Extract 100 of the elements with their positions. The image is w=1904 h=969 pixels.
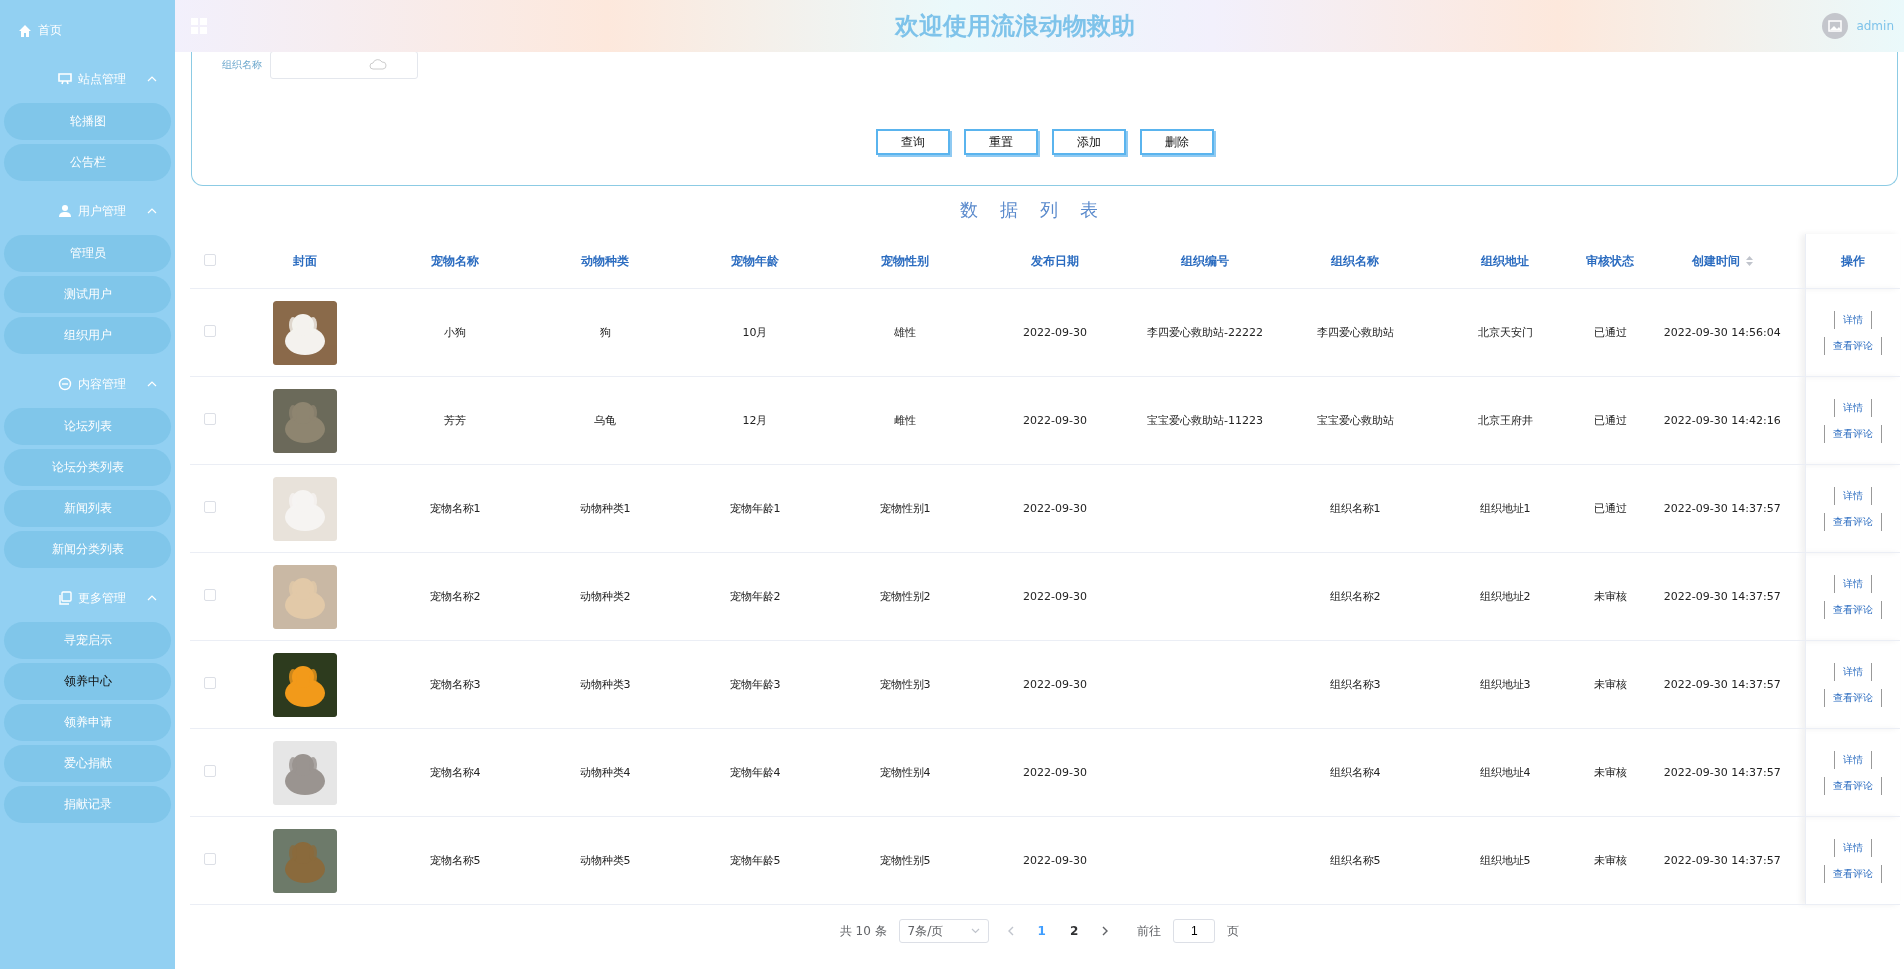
- table-cell: 组织名称2: [1329, 590, 1381, 603]
- column-header: 发布日期: [1031, 253, 1079, 268]
- total-count: 共 10 条: [839, 922, 887, 940]
- table-cell: 宠物性别2: [879, 590, 931, 603]
- chevron-right-icon: [1102, 925, 1110, 936]
- checkbox[interactable]: [204, 589, 216, 601]
- column-header: 宠物性别: [881, 253, 929, 268]
- table-cell: 宠物名称5: [429, 854, 481, 867]
- table-cell: 宠物年龄3: [729, 678, 781, 691]
- toolbar-button[interactable]: 重置: [963, 129, 1038, 155]
- search-field[interactable]: [270, 51, 418, 79]
- table-cell: 宝宝爱心救助站-11223: [1147, 414, 1263, 427]
- table-cell: 组织地址4: [1479, 766, 1531, 779]
- table-cell: 北京天安门: [1477, 326, 1533, 339]
- table-cell: 组织名称3: [1329, 678, 1381, 691]
- avatar-icon: [1822, 13, 1849, 39]
- checkbox[interactable]: [204, 501, 216, 513]
- table-cell: 宠物性别4: [879, 766, 931, 779]
- action-button[interactable]: 查看评论: [1823, 336, 1882, 355]
- sort-icon: [1745, 256, 1753, 266]
- table-cell: 10月: [742, 326, 768, 339]
- page-size-select[interactable]: 7条/页: [898, 919, 989, 943]
- table-cell: 2022-09-30 14:42:16: [1663, 414, 1781, 427]
- column-header: 动物种类: [581, 253, 629, 268]
- checkbox[interactable]: [204, 325, 216, 337]
- chevron-left-icon: [1006, 925, 1014, 936]
- column-header: 操作: [1840, 253, 1865, 268]
- table-cell: 已通过: [1593, 502, 1627, 515]
- action-button[interactable]: 查看评论: [1823, 424, 1882, 443]
- page-title: 欢迎使用流浪动物救助: [893, 11, 1136, 42]
- table-cell: 组织地址5: [1479, 854, 1531, 867]
- table-cell: 宠物性别1: [879, 502, 931, 515]
- table-cell: 2022-09-30: [1023, 854, 1087, 867]
- toolbar-button[interactable]: 查询: [875, 129, 950, 155]
- page-number[interactable]: 2: [1063, 924, 1085, 938]
- column-header: 封面: [293, 253, 317, 268]
- action-button[interactable]: 详情: [1833, 574, 1872, 593]
- action-button[interactable]: 查看评论: [1823, 688, 1882, 707]
- table-cell: 已通过: [1593, 414, 1627, 427]
- table-cell: 2022-09-30 14:37:57: [1663, 678, 1781, 691]
- table-cell: 乌龟: [594, 414, 616, 427]
- table-cell: 未审核: [1593, 678, 1627, 691]
- menu-item[interactable]: 领养中心: [4, 663, 171, 700]
- table-cell: 2022-09-30 14:37:57: [1663, 854, 1781, 867]
- copy-icon: [58, 591, 72, 605]
- table-cell: 动物种类3: [579, 678, 631, 691]
- table-cell: 宠物名称3: [429, 678, 481, 691]
- checkbox[interactable]: [204, 253, 216, 266]
- toolbar-button[interactable]: 添加: [1051, 129, 1126, 155]
- column-header: 宠物名称: [431, 253, 479, 268]
- action-button[interactable]: 详情: [1833, 310, 1872, 329]
- table-cell: 宠物名称1: [429, 502, 481, 515]
- table-cell: 12月: [742, 414, 768, 427]
- table-cell: 宠物名称2: [429, 590, 481, 603]
- table-cell: 组织地址3: [1479, 678, 1531, 691]
- table-cell: 动物种类5: [579, 854, 631, 867]
- checkbox[interactable]: [204, 853, 216, 865]
- table-cell: 宝宝爱心救助站: [1316, 414, 1394, 427]
- table-cell: 2022-09-30 14:37:57: [1663, 766, 1781, 779]
- table-cell: 宠物年龄2: [729, 590, 781, 603]
- checkbox[interactable]: [204, 677, 216, 689]
- table-cell: 已通过: [1593, 326, 1627, 339]
- table-cell: 芳芳: [444, 414, 466, 427]
- table-cell: 宠物年龄4: [729, 766, 781, 779]
- action-button[interactable]: 查看评论: [1823, 776, 1882, 795]
- table-cell: 动物种类4: [579, 766, 631, 779]
- checkbox[interactable]: [204, 413, 216, 425]
- monitor-icon: [58, 72, 72, 86]
- action-button[interactable]: 查看评论: [1823, 864, 1882, 883]
- table-cell: 宠物年龄1: [729, 502, 781, 515]
- table-cell: 雄性: [894, 326, 916, 339]
- page-jump-field[interactable]: 1: [1173, 919, 1216, 943]
- goto-label: 前往: [1137, 922, 1162, 940]
- checkbox[interactable]: [204, 765, 216, 777]
- action-button[interactable]: 详情: [1833, 750, 1872, 769]
- toolbar-button[interactable]: 删除: [1139, 129, 1214, 155]
- column-header: 审核状态: [1586, 253, 1634, 268]
- column-header: 组织名称: [1331, 253, 1379, 268]
- chevron-down-icon: [970, 928, 980, 934]
- table-cell: 宠物性别5: [879, 854, 931, 867]
- table-cell: 未审核: [1593, 854, 1627, 867]
- table-cell: 2022-09-30: [1023, 326, 1087, 339]
- action-button[interactable]: 查看评论: [1823, 512, 1882, 531]
- action-button[interactable]: 详情: [1833, 486, 1872, 505]
- table-cell: 动物种类2: [579, 590, 631, 603]
- table-cell: 组织地址1: [1479, 502, 1531, 515]
- table-cell: 2022-09-30: [1023, 414, 1087, 427]
- table-cell: 宠物性别3: [879, 678, 931, 691]
- table-cell: 北京王府井: [1477, 414, 1533, 427]
- action-button[interactable]: 详情: [1833, 398, 1872, 417]
- list-title: 数据列表: [958, 198, 1121, 222]
- action-button[interactable]: 详情: [1833, 838, 1872, 857]
- action-button[interactable]: 详情: [1833, 662, 1872, 681]
- action-button[interactable]: 查看评论: [1823, 600, 1882, 619]
- field-label: 组织名称: [222, 58, 262, 72]
- page-suffix: 页: [1227, 922, 1240, 940]
- table-cell: 2022-09-30: [1023, 590, 1087, 603]
- table-cell: 宠物名称4: [429, 766, 481, 779]
- column-header[interactable]: 创建时间: [1691, 253, 1740, 268]
- table-cell: 李四爱心救助站: [1316, 326, 1394, 339]
